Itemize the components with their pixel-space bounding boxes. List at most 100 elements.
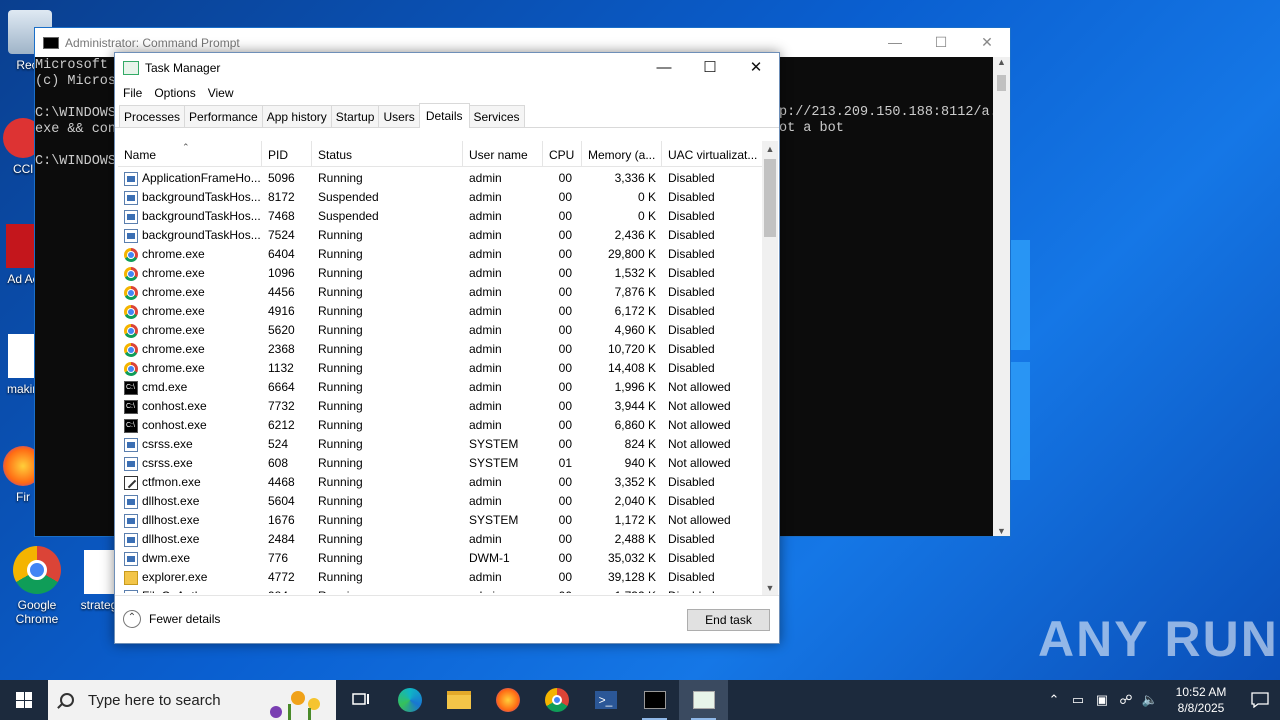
- pid-cell: 1132: [268, 361, 294, 375]
- notification-center-button[interactable]: [1240, 680, 1280, 720]
- table-row[interactable]: cmd.exe 6664 Running admin 00 1,996 K Not allo…: [118, 378, 762, 397]
- table-row[interactable]: explorer.exe 4772 Running admin 00 39,128 K Di…: [118, 568, 762, 587]
- table-row[interactable]: chrome.exe 4916 Running admin 00 6,172 K Disab…: [118, 302, 762, 321]
- tab-services[interactable]: Services: [468, 105, 525, 127]
- user-name-cell: admin: [469, 399, 502, 413]
- desktop-icon-label: Fir: [16, 490, 30, 504]
- taskbar-search-box[interactable]: Type here to search: [48, 680, 336, 720]
- maximize-button[interactable]: ☐: [918, 28, 964, 57]
- end-task-button[interactable]: End task: [687, 609, 770, 631]
- tab-users[interactable]: Users: [378, 105, 420, 127]
- maximize-button[interactable]: ☐: [687, 53, 733, 83]
- pid-cell: 2368: [268, 342, 295, 356]
- task-manager-window[interactable]: Task Manager — ☐ ✕ File Options View Pro…: [114, 52, 780, 644]
- minimize-button[interactable]: —: [641, 53, 687, 83]
- close-button[interactable]: ✕: [964, 28, 1010, 57]
- table-row[interactable]: chrome.exe 4456 Running admin 00 7,876 K Disab…: [118, 283, 762, 302]
- table-row[interactable]: backgroundTaskHos... 7524 Running admin 00 2,…: [118, 226, 762, 245]
- table-row[interactable]: backgroundTaskHos... 8172 Suspended admin 00…: [118, 188, 762, 207]
- table-row[interactable]: ApplicationFrameHo... 5096 Running admin 00 3…: [118, 169, 762, 188]
- cpu-cell: 00: [558, 437, 572, 451]
- table-scrollbar[interactable]: ▲ ▼: [762, 141, 778, 596]
- table-row[interactable]: FileCoAuth.exe984Runningadmin001,732 KDi…: [118, 587, 762, 593]
- table-row[interactable]: ctfmon.exe 4468 Running admin 00 3,352 K Disab…: [118, 473, 762, 492]
- table-row[interactable]: csrss.exe 524 Running SYSTEM 00 824 K Not allo…: [118, 435, 762, 454]
- scrollbar-thumb[interactable]: [764, 159, 776, 237]
- scroll-up-icon[interactable]: ▲: [762, 141, 778, 157]
- process-chrome-icon: [124, 304, 138, 319]
- taskbar-powershell[interactable]: >_: [581, 680, 630, 720]
- table-row[interactable]: chrome.exe 6404 Running admin 00 29,800 K Disa…: [118, 245, 762, 264]
- tablet-icon[interactable]: ▭: [1066, 692, 1090, 708]
- tab-startup[interactable]: Startup: [330, 105, 380, 127]
- clock[interactable]: 10:52 AM 8/8/2025: [1166, 684, 1236, 716]
- tab-performance[interactable]: Performance: [184, 105, 263, 127]
- windows-icon: [16, 692, 32, 708]
- volume-icon[interactable]: 🔈: [1138, 692, 1162, 708]
- taskbar-chrome[interactable]: [532, 680, 581, 720]
- taskbar-edge[interactable]: [385, 680, 434, 720]
- column-header-uac-virtualization[interactable]: UAC virtualizat...: [662, 141, 762, 167]
- status-cell: Running: [318, 570, 363, 584]
- table-row[interactable]: conhost.exe 7732 Running admin 00 3,944 K Not …: [118, 397, 762, 416]
- meet-now-icon[interactable]: ▣: [1090, 692, 1114, 708]
- cmd-scrollbar[interactable]: ▲ ▼: [993, 57, 1010, 536]
- tab-details[interactable]: Details: [418, 103, 470, 128]
- chevron-up-icon[interactable]: ⌃: [1042, 692, 1066, 708]
- process-generic-icon: [124, 171, 138, 186]
- start-button[interactable]: [0, 680, 48, 720]
- table-row[interactable]: chrome.exe 5620 Running admin 00 4,960 K Disab…: [118, 321, 762, 340]
- pid-cell: 524: [268, 437, 289, 451]
- process-name-cell: ApplicationFrameHo...: [118, 169, 262, 188]
- uac-cell: Disabled: [668, 532, 715, 546]
- table-row[interactable]: dllhost.exe 5604 Running admin 00 2,040 K Disa…: [118, 492, 762, 511]
- system-tray: ⌃ ▭ ▣ ☍ 🔈 10:52 AM 8/8/2025: [1042, 680, 1280, 720]
- uac-cell: Disabled: [668, 209, 715, 223]
- scroll-up-icon[interactable]: ▲: [993, 57, 1010, 67]
- column-header-user-name[interactable]: User name: [463, 141, 543, 167]
- fewer-details-button[interactable]: ⌃ Fewer details: [123, 610, 220, 628]
- taskbar-firefox[interactable]: [483, 680, 532, 720]
- desktop-icon-google-chrome[interactable]: Google Chrome: [4, 546, 70, 626]
- table-row[interactable]: chrome.exe 1096 Running admin 00 1,532 K Disab…: [118, 264, 762, 283]
- memory-cell: 1,532 K: [614, 266, 656, 280]
- taskbar-task-manager[interactable]: [679, 680, 728, 720]
- network-icon[interactable]: ☍: [1114, 692, 1138, 708]
- scrollbar-thumb[interactable]: [997, 75, 1006, 91]
- minimize-button[interactable]: —: [872, 28, 918, 57]
- table-row[interactable]: chrome.exe 2368 Running admin 00 10,720 K Disa…: [118, 340, 762, 359]
- memory-cell: 3,336 K: [614, 171, 656, 185]
- column-header-cpu[interactable]: CPU: [543, 141, 582, 167]
- tab-processes[interactable]: Processes: [119, 105, 186, 127]
- table-row[interactable]: dllhost.exe 2484 Running admin 00 2,488 K Disa…: [118, 530, 762, 549]
- taskbar-command-prompt[interactable]: [630, 680, 679, 720]
- taskbar-file-explorer[interactable]: [434, 680, 483, 720]
- column-header-pid[interactable]: PID: [262, 141, 312, 167]
- table-row[interactable]: csrss.exe 608 Running SYSTEM 01 940 K Not allo…: [118, 454, 762, 473]
- scroll-down-icon[interactable]: ▼: [762, 580, 778, 596]
- table-row[interactable]: conhost.exe 6212 Running admin 00 6,860 K Not …: [118, 416, 762, 435]
- column-header-name[interactable]: ⌃ Name: [118, 141, 262, 167]
- task-view-button[interactable]: [336, 680, 385, 720]
- menu-options[interactable]: Options: [148, 86, 201, 100]
- process-console-icon: [124, 416, 138, 435]
- scroll-down-icon[interactable]: ▼: [993, 526, 1010, 536]
- table-row[interactable]: dllhost.exe 1676 Running SYSTEM 00 1,172 K Not…: [118, 511, 762, 530]
- user-name-cell: admin: [469, 323, 502, 337]
- column-header-status[interactable]: Status: [312, 141, 463, 167]
- process-name-cell: chrome.exe: [118, 340, 262, 359]
- tab-app-history[interactable]: App history: [261, 105, 332, 127]
- column-header-memory[interactable]: Memory (a...: [582, 141, 662, 167]
- close-button[interactable]: ✕: [733, 53, 779, 83]
- table-row[interactable]: chrome.exe 1132 Running admin 00 14,408 K Disa…: [118, 359, 762, 378]
- menu-view[interactable]: View: [202, 86, 240, 100]
- table-row[interactable]: backgroundTaskHos... 7468 Suspended admin 00…: [118, 207, 762, 226]
- memory-cell: 29,800 K: [607, 247, 656, 261]
- menu-file[interactable]: File: [117, 86, 148, 100]
- desktop-icon-label: CCl: [13, 162, 33, 176]
- process-name-cell: chrome.exe: [118, 359, 262, 378]
- status-cell: Running: [318, 494, 363, 508]
- table-row[interactable]: dwm.exe 776 Running DWM-1 00 35,032 K Disabled: [118, 549, 762, 568]
